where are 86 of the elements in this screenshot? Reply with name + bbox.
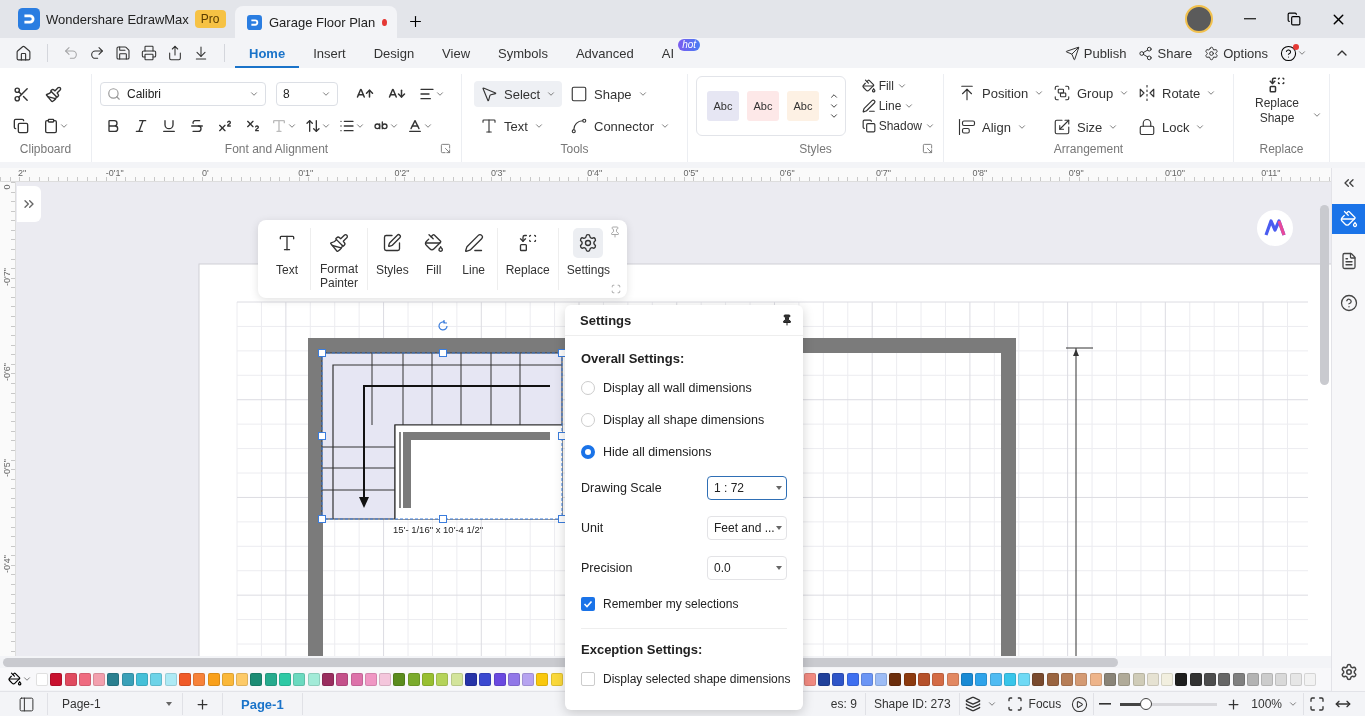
radio-option[interactable]: Display all shape dimensions [581, 404, 799, 436]
ruler-label: 0' [202, 168, 209, 178]
ruler-label: 0'11" [1261, 168, 1281, 178]
document-title: Garage Floor Plan [269, 14, 376, 30]
section-heading: Overall Settings: [581, 349, 686, 368]
arrange-button[interactable]: Size [1053, 114, 1138, 140]
style-option-button[interactable]: Fill [861, 76, 935, 96]
ruler-label: 0'1" [298, 168, 314, 178]
ruler-label: 0'5" [683, 168, 699, 178]
text-button[interactable]: Text [267, 228, 307, 290]
font-family-field[interactable]: Calibri [100, 82, 266, 106]
options-button[interactable]: Options [1204, 45, 1268, 61]
menu-tab[interactable]: View [428, 38, 485, 68]
line-button[interactable]: Line [453, 228, 494, 290]
ruler-label: 0'3" [490, 168, 506, 178]
group-title: Font and Alignment [223, 142, 330, 158]
group-title: Clipboard [18, 142, 73, 158]
app-name: Wondershare EdrawMax [46, 11, 189, 27]
styles-button[interactable]: Styles [371, 228, 414, 290]
ruler-label: 0'8" [972, 168, 988, 178]
menu-tab[interactable]: Advanced [561, 38, 648, 68]
ruler-label: -0'4" [2, 553, 12, 575]
style-swatch[interactable]: Abc [707, 91, 739, 121]
format-painter-button[interactable]: Format Painter [314, 228, 364, 290]
menu-tab[interactable]: Insert [299, 38, 360, 68]
arrange-button[interactable]: Align [958, 114, 1053, 140]
ruler-label: -0'6" [2, 362, 12, 384]
tool-button[interactable]: Select [474, 81, 563, 107]
dropdown-field[interactable]: 0.0 [707, 556, 787, 580]
dropdown-field[interactable]: Feet and ... [707, 516, 787, 540]
tool-button[interactable]: Shape [564, 81, 654, 107]
menu-tab[interactable]: Home [235, 38, 300, 68]
ruler-label: 0'7" [876, 168, 892, 178]
group-title: Styles [798, 142, 833, 158]
style-option-button[interactable]: Line [861, 96, 935, 116]
checkbox-option[interactable]: Display selected shape dimensions [581, 663, 791, 695]
panel-title: Settings [580, 312, 632, 328]
field-label: Precision [581, 561, 633, 575]
ruler-label: 0'9" [1068, 168, 1084, 178]
ruler-label: -0'1" [105, 168, 124, 178]
shape-count: es: 9 [830, 697, 858, 711]
ruler-label: 2" [18, 168, 27, 178]
arrange-button[interactable]: Lock [1138, 114, 1223, 140]
page-tab[interactable]: Page-1 [223, 693, 302, 715]
menu-tab[interactable]: Symbols [484, 38, 562, 68]
replace-button[interactable]: Replace [500, 228, 555, 290]
hot-badge: hot [678, 39, 701, 51]
arrange-button[interactable]: Rotate [1138, 80, 1223, 106]
style-swatch[interactable]: Abc [787, 91, 819, 121]
focus-button[interactable]: Focus [1001, 693, 1067, 715]
style-swatch[interactable]: Abc [747, 91, 779, 121]
ruler-label: 0'2" [394, 168, 410, 178]
arrange-button[interactable]: Group [1053, 80, 1138, 106]
arrange-button[interactable]: Position [958, 80, 1053, 106]
section-heading: Exception Settings: [581, 640, 704, 659]
publish-button[interactable]: Publish [1064, 45, 1127, 61]
ruler-label: 0'10" [1165, 168, 1185, 178]
field-label: Drawing Scale [581, 481, 662, 495]
group-title: Tools [559, 142, 590, 158]
tool-button[interactable]: Text [474, 113, 550, 139]
page-select[interactable]: Page-1 [48, 693, 182, 715]
radio-option[interactable]: Hide all dimensions [581, 436, 799, 468]
fill-button[interactable]: Fill [413, 228, 454, 290]
share-button[interactable]: Share [1138, 45, 1193, 61]
document-tab[interactable]: Garage Floor Plan [235, 6, 397, 38]
dimension-label: 15'- 1/16" x 10'-4 1/2" [393, 524, 484, 535]
group-title: Replace [1258, 142, 1305, 158]
shape-id: Shape ID: 273 [872, 697, 952, 711]
ruler-label: 0'4" [587, 168, 603, 178]
tool-button[interactable]: Connector [564, 113, 676, 139]
checkbox-option[interactable]: Remember my selections [581, 588, 739, 620]
replace-shape-button[interactable]: Replace Shape [1242, 74, 1312, 126]
settings-button[interactable]: Settings [561, 228, 616, 290]
dropdown-field[interactable]: 1 : 72 [707, 476, 787, 500]
zoom-select[interactable]: 100% [1246, 693, 1303, 715]
radio-option[interactable]: Display all wall dimensions [581, 372, 799, 404]
ruler-label: 0'6" [779, 168, 795, 178]
group-title: Arrangement [1052, 142, 1125, 158]
plan-badge: Pro [194, 10, 226, 28]
field-label: Unit [581, 521, 604, 535]
ruler-label: -0'7" [2, 266, 12, 288]
menu-tab[interactable]: Design [359, 38, 429, 68]
style-option-button[interactable]: Shadow [861, 116, 935, 136]
ruler-label: 0 [2, 183, 12, 192]
ruler-label: -0'5" [2, 458, 12, 480]
font-size-field[interactable]: 8 [276, 82, 338, 106]
